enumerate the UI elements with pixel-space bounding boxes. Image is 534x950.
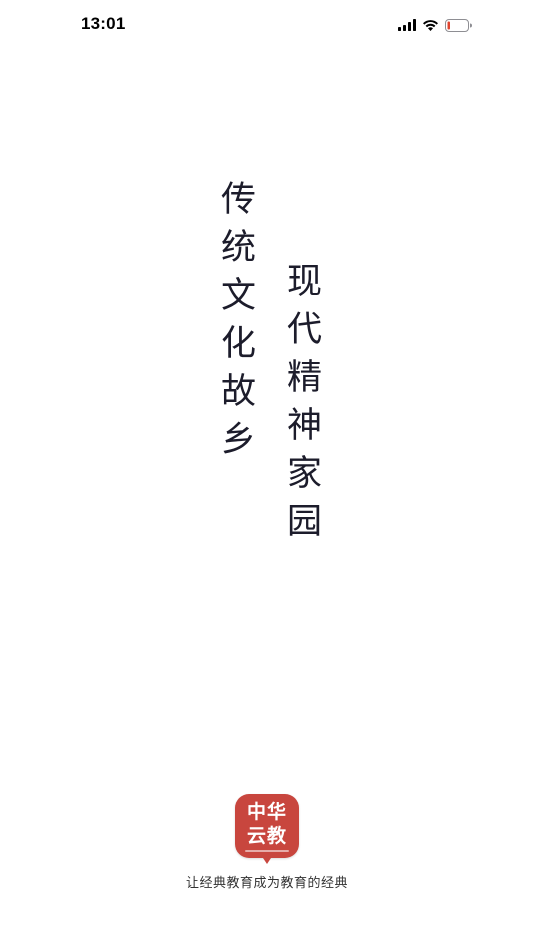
status-bar: 13:01 bbox=[0, 0, 534, 50]
poem-line-left: 传统文化故乡 bbox=[215, 180, 255, 468]
wifi-icon bbox=[423, 20, 438, 31]
logo-text: 中华 云教 bbox=[235, 800, 299, 848]
poem-line-right: 现代精神家园 bbox=[281, 262, 321, 550]
logo-line-1: 中华 bbox=[246, 801, 287, 823]
status-time: 13:01 bbox=[81, 14, 126, 33]
battery-icon bbox=[445, 18, 472, 32]
slogan: 让经典教育成为教育的经典 bbox=[185, 876, 348, 891]
signal-icon bbox=[398, 19, 416, 31]
status-icons bbox=[398, 16, 472, 34]
logo-tail bbox=[263, 858, 271, 864]
logo-book-line bbox=[245, 850, 289, 852]
app-logo: 中华 云教 bbox=[235, 794, 299, 864]
logo-line-2: 云教 bbox=[246, 825, 287, 847]
